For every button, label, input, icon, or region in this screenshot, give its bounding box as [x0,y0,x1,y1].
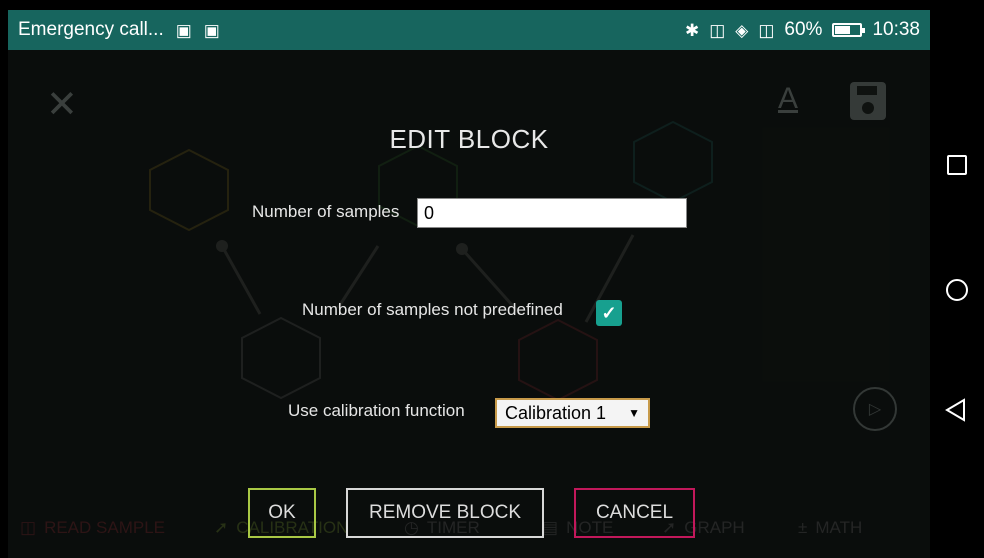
tool-read-sample[interactable]: ◫ READ SAMPLE [20,518,165,538]
android-nav-bar [930,0,984,558]
not-predefined-label: Number of samples not predefined [302,300,563,319]
calibration-icon: ➚ [214,518,229,537]
save-icon[interactable] [850,82,886,120]
calibration-value: Calibration 1 [505,402,607,423]
bluetooth-icon: ✱ [684,20,700,40]
home-icon[interactable] [946,279,968,301]
nfc-icon: ◫ [709,20,726,40]
calibration-select[interactable]: Calibration 1 ▼ [495,398,650,428]
close-icon[interactable]: ✕ [46,86,78,124]
screen: Emergency call... ▣ ▣ ✱ ◫ ◈ ◫ 60% 10:38 [0,0,984,558]
briefcase-icon: ▣ [203,20,220,40]
ok-button[interactable]: OK [248,488,316,538]
calibration-label: Use calibration function [288,401,465,420]
back-icon[interactable] [944,398,968,422]
status-bar: Emergency call... ▣ ▣ ✱ ◫ ◈ ◫ 60% 10:38 [8,10,930,50]
tool-label: MATH [815,518,863,537]
samples-label: Number of samples [252,202,400,221]
tool-label: READ SAMPLE [44,518,165,537]
font-icon[interactable]: A [778,84,798,114]
dropdown-arrow-icon: ▼ [628,406,640,420]
app-area: ✕ A ▷ EDIT BLOCK Number of samples Numbe… [8,50,930,558]
read-sample-icon: ◫ [20,518,37,537]
battery-icon [832,23,866,37]
dialog-title: EDIT BLOCK [389,124,549,154]
math-icon: ± [798,518,808,537]
status-title: Emergency call... [18,19,164,40]
samples-input[interactable] [417,198,687,228]
gallery-icon: ▣ [175,20,192,40]
not-predefined-checkbox[interactable]: ✓ [596,300,622,326]
note-icon: ▤ [542,518,559,537]
play-icon[interactable]: ▷ [853,387,897,431]
checkmark-icon: ✓ [601,302,617,323]
vibrate-icon: ◫ [758,20,775,40]
tool-math[interactable]: ± MATH [798,518,862,538]
recents-icon[interactable] [947,155,967,175]
wifi-icon: ◈ [735,20,749,40]
battery-percent: 60% [784,19,823,40]
battery-fill [835,26,850,34]
remove-block-button[interactable]: REMOVE BLOCK [346,488,544,538]
status-time: 10:38 [872,19,920,40]
cancel-button[interactable]: CANCEL [574,488,695,538]
